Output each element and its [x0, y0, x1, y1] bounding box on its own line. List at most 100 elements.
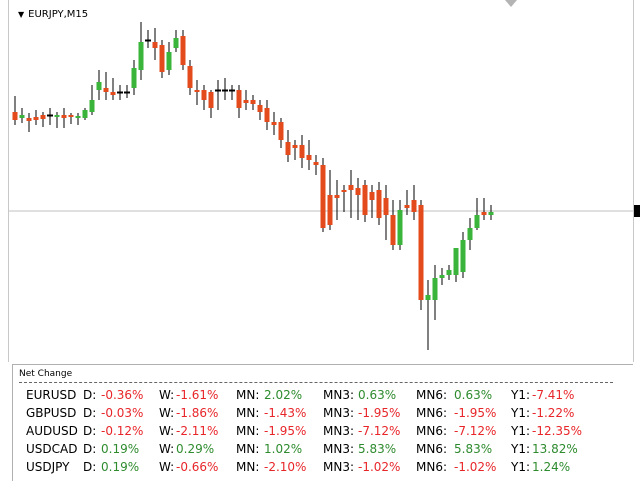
- bear-candle: [320, 158, 326, 232]
- period-label: W:: [159, 406, 175, 420]
- bear-candle: [341, 185, 347, 212]
- period-change-value: 0.63%: [358, 388, 397, 402]
- bear-candle: [250, 95, 256, 110]
- period-label: MN3:: [323, 442, 355, 456]
- bear-candle: [271, 112, 277, 135]
- period-label: MN:: [236, 424, 260, 438]
- bear-candle: [306, 140, 312, 170]
- period-label: W:: [159, 442, 175, 456]
- period-change-value: -1.95%: [264, 424, 307, 438]
- bear-candle: [299, 135, 305, 168]
- bear-candle: [229, 85, 235, 100]
- period-change-value: 1.24%: [532, 460, 571, 474]
- period-change-value: 0.29%: [176, 442, 215, 456]
- bear-candle: [362, 180, 368, 222]
- bull-candle: [19, 108, 25, 123]
- period-change-value: 0.19%: [101, 442, 140, 456]
- period-label: MN6:: [416, 406, 448, 420]
- bear-candle: [145, 30, 151, 48]
- net-change-row-usdjpy: USDJPY D: 0.19% W: -0.66% MN: -2.10% MN3: -1.02%…: [13, 460, 633, 476]
- period-change-value: -12.35%: [532, 424, 583, 438]
- bull-candle: [138, 22, 144, 80]
- period-change-value: -1.95%: [454, 406, 497, 420]
- bear-candle: [369, 185, 375, 218]
- bull-candle: [474, 198, 480, 230]
- period-label: Y1:: [511, 424, 531, 438]
- bear-candle: [264, 100, 270, 130]
- bear-candle: [12, 96, 18, 125]
- bull-candle: [439, 268, 445, 285]
- period-label: MN6:: [416, 424, 448, 438]
- bear-candle: [117, 85, 123, 100]
- period-label: MN3:: [323, 406, 355, 420]
- bear-candle: [292, 140, 298, 160]
- net-change-row-usdcad: USDCAD D: 0.19% W: 0.29% MN: 1.02% MN3: 5.83% MN6…: [13, 442, 633, 458]
- bear-candle: [285, 130, 291, 162]
- period-label: MN3:: [323, 460, 355, 474]
- period-label: MN:: [236, 460, 260, 474]
- net-change-panel: Net Change EURUSD D: -0.36% W: -1.61% MN: 2.02…: [12, 364, 633, 481]
- period-label: MN3:: [323, 388, 355, 402]
- bear-candle: [278, 118, 284, 148]
- period-label: MN6:: [416, 388, 448, 402]
- chart-symbol-label[interactable]: ▼ EURJPY,M15: [18, 9, 88, 20]
- bull-candle: [75, 113, 81, 125]
- period-change-value: -0.12%: [101, 424, 144, 438]
- net-change-row-gbpusd: GBPUSD D: -0.03% W: -1.86% MN: -1.43% MN3: -1.95…: [13, 406, 633, 422]
- period-change-value: 0.19%: [101, 460, 140, 474]
- period-change-value: -1.02%: [454, 460, 497, 474]
- bull-candle: [467, 218, 473, 250]
- net-change-row-audusd: AUDUSD D: -0.12% W: -2.11% MN: -1.95% MN3: -7.12…: [13, 424, 633, 440]
- bull-candle: [432, 265, 438, 320]
- period-label: W:: [159, 388, 175, 402]
- bull-candle: [397, 200, 403, 250]
- price-chart[interactable]: ▼ EURJPY,M15: [0, 0, 640, 362]
- period-change-value: -2.11%: [176, 424, 219, 438]
- net-change-row-eurusd: EURUSD D: -0.36% W: -1.61% MN: 2.02% MN3: 0.63% M…: [13, 388, 633, 404]
- bull-candle: [425, 280, 431, 350]
- bear-candle: [355, 178, 361, 220]
- period-label: Y1:: [511, 460, 531, 474]
- bear-candle: [152, 28, 158, 60]
- period-change-value: -1.95%: [358, 406, 401, 420]
- period-label: MN:: [236, 388, 260, 402]
- bear-candle: [159, 40, 165, 78]
- period-label: Y1:: [511, 442, 531, 456]
- bear-candle: [411, 185, 417, 220]
- candlestick-plot[interactable]: [0, 0, 640, 362]
- period-label: Y1:: [511, 406, 531, 420]
- dropdown-triangle-icon[interactable]: ▼: [18, 10, 24, 19]
- bull-candle: [488, 205, 494, 220]
- bear-candle: [222, 78, 228, 100]
- period-change-value: -1.43%: [264, 406, 307, 420]
- period-label: MN6:: [416, 460, 448, 474]
- period-change-value: 1.02%: [264, 442, 303, 456]
- period-label: MN:: [236, 406, 260, 420]
- period-label: D:: [83, 460, 97, 474]
- current-price-marker: [634, 205, 640, 217]
- bull-candle: [460, 232, 466, 278]
- bear-candle: [334, 180, 340, 220]
- period-label: MN3:: [323, 424, 355, 438]
- period-change-value: -7.12%: [358, 424, 401, 438]
- period-change-value: -7.41%: [532, 388, 575, 402]
- chart-shift-marker-icon[interactable]: [505, 0, 517, 7]
- bull-candle: [173, 30, 179, 52]
- bear-candle: [376, 182, 382, 225]
- bear-candle: [47, 108, 53, 125]
- price-scale[interactable]: [633, 0, 640, 362]
- period-change-value: -0.03%: [101, 406, 144, 420]
- bear-candle: [124, 85, 130, 98]
- bull-candle: [453, 248, 459, 282]
- row-symbol: USDCAD: [26, 442, 78, 456]
- bear-candle: [383, 185, 389, 240]
- bull-candle: [82, 108, 88, 120]
- bear-candle: [215, 80, 221, 110]
- bear-candle: [481, 198, 487, 220]
- bear-candle: [208, 90, 214, 118]
- bear-candle: [26, 113, 32, 132]
- chart-left-border: [0, 0, 9, 362]
- bear-candle: [68, 113, 74, 124]
- period-label: W:: [159, 424, 175, 438]
- panel-divider: [19, 382, 613, 383]
